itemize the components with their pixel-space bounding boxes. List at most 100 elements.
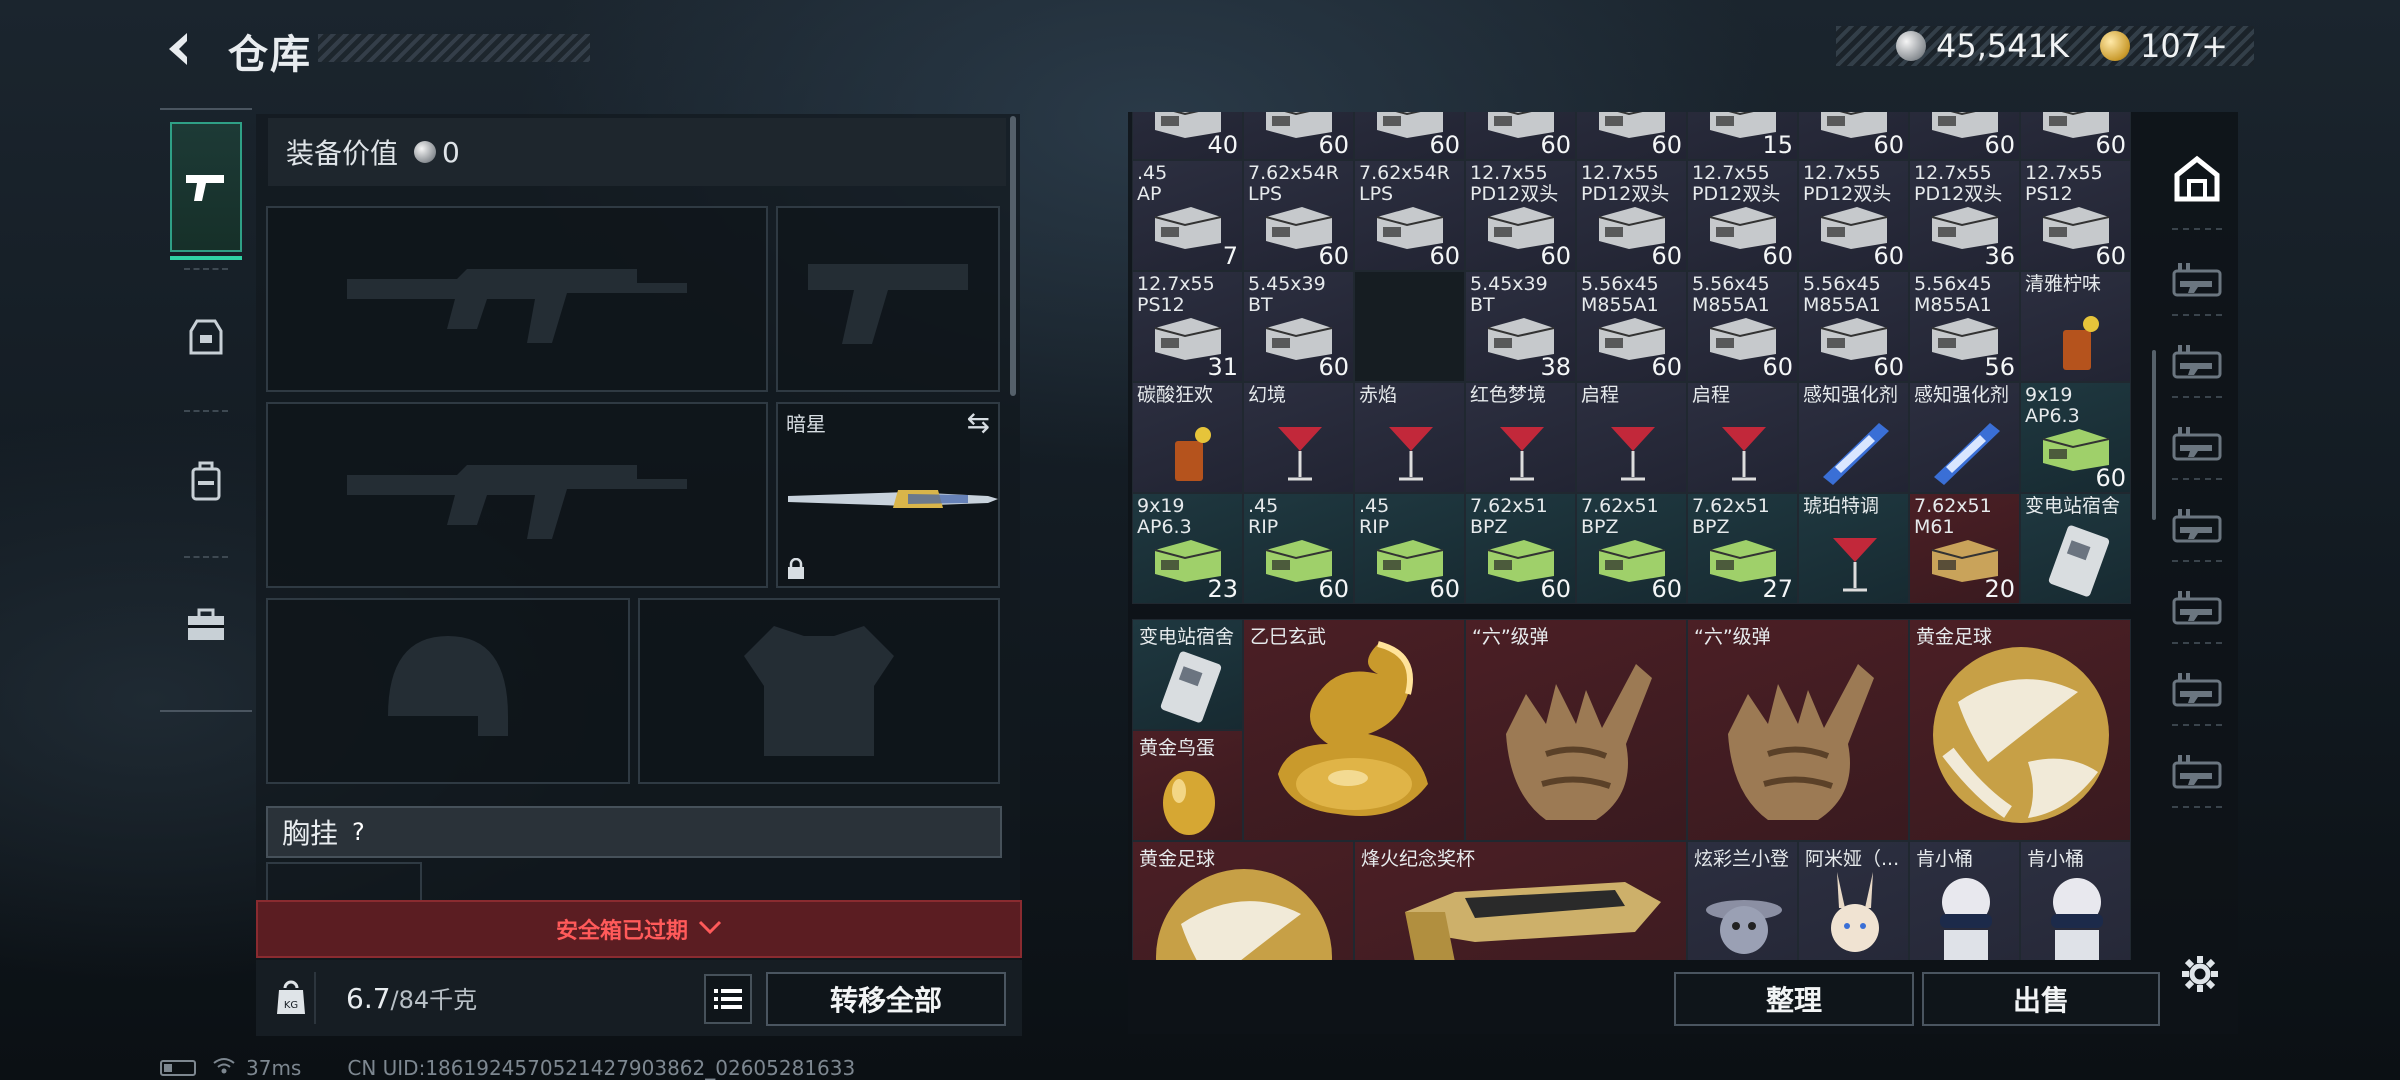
stash-item-trophy[interactable]: 烽火纪念奖杯: [1354, 841, 1687, 960]
stash-item[interactable]: 5.56x45 M855A1 60: [1687, 271, 1798, 382]
stash-item[interactable]: .45 RIP 60: [1243, 493, 1354, 604]
loadout-scrollbar[interactable]: [1010, 116, 1016, 396]
chest-rig-slot[interactable]: [266, 862, 422, 902]
stash-item[interactable]: 红色梦境: [1465, 382, 1576, 493]
stash-item-gold-egg[interactable]: 黄金鸟蛋: [1132, 730, 1243, 841]
weapon-case-icon: [2172, 427, 2222, 461]
stash-item-figure[interactable]: 肯小桶: [1909, 841, 2020, 960]
stash-item[interactable]: 12.7x55 PD12双头 36: [1909, 160, 2020, 271]
stash-item[interactable]: 7.62x51 BPZ 60: [1576, 493, 1687, 604]
stash-item[interactable]: 7.62x51 BPZ 27: [1687, 493, 1798, 604]
primary-weapon-slot-1[interactable]: [266, 206, 768, 392]
silver-coin-icon: [1896, 31, 1926, 61]
stash-item[interactable]: .45 AP 7: [1132, 160, 1243, 271]
stash-item[interactable]: 40: [1132, 112, 1243, 160]
gear-icon[interactable]: [2178, 952, 2222, 996]
tab-backpack[interactable]: [170, 416, 242, 546]
stash-item[interactable]: 12.7x55 PD12双头 60: [1576, 160, 1687, 271]
stash-item-figure[interactable]: 肯小桶: [2020, 841, 2131, 960]
stash-item[interactable]: 9x19 AP6.3 60: [2020, 382, 2131, 493]
sort-button[interactable]: 整理: [1674, 972, 1914, 1026]
tab-toolbox[interactable]: [170, 560, 242, 690]
stash-item[interactable]: 5.45x39 BT 38: [1465, 271, 1576, 382]
item-name: 12.7x55 PD12双头: [1470, 162, 1559, 205]
stash-item[interactable]: 60: [1798, 112, 1909, 160]
stash-item[interactable]: .45 RIP 60: [1354, 493, 1465, 604]
swap-icon[interactable]: ⇆: [967, 406, 990, 439]
stash-item[interactable]: 变电站宿舍: [2020, 493, 2131, 604]
stash-item[interactable]: 幻境: [1243, 382, 1354, 493]
weapon-case-icon: [2172, 591, 2222, 625]
stash-item[interactable]: 60: [1243, 112, 1354, 160]
stash-item[interactable]: 启程: [1576, 382, 1687, 493]
stash-item[interactable]: 碳酸狂欢: [1132, 382, 1243, 493]
stash-scrollbar[interactable]: [2152, 350, 2156, 520]
tab-weapon-case-5[interactable]: [2170, 580, 2224, 634]
transfer-all-button[interactable]: 转移全部: [766, 972, 1006, 1026]
stash-item[interactable]: 12.7x55 PD12双头 60: [1465, 160, 1576, 271]
body-armor-slot[interactable]: [638, 598, 1000, 784]
stash-item[interactable]: 60: [1576, 112, 1687, 160]
sell-button[interactable]: 出售: [1922, 972, 2160, 1026]
stash-item[interactable]: 感知强化剂: [1909, 382, 2020, 493]
stash-item[interactable]: 感知强化剂: [1798, 382, 1909, 493]
help-icon[interactable]: ?: [352, 818, 365, 846]
stash-item[interactable]: 7.62x54R LPS 60: [1243, 160, 1354, 271]
safe-box-expired-banner[interactable]: 安全箱已过期: [256, 900, 1022, 958]
stash-item[interactable]: 5.56x45 M855A1 60: [1798, 271, 1909, 382]
list-view-button[interactable]: [704, 974, 752, 1024]
stash-item[interactable]: 7.62x54R LPS 60: [1354, 160, 1465, 271]
stash-item[interactable]: 12.7x55 PS12 31: [1132, 271, 1243, 382]
stash-item-golden-dragon[interactable]: 乙巳玄武: [1243, 619, 1465, 841]
primary-weapon-slot-2[interactable]: [266, 402, 768, 588]
divider: [2172, 724, 2222, 726]
stash-item-golden-hand[interactable]: “六”级弹: [1465, 619, 1687, 841]
helmet-silhouette-icon: [268, 600, 628, 782]
stash-item[interactable]: 12.7x55 PD12双头 60: [1798, 160, 1909, 271]
helmet-slot[interactable]: [266, 598, 630, 784]
stash-item[interactable]: 60: [1354, 112, 1465, 160]
tab-armor[interactable]: [170, 272, 242, 402]
stash-item[interactable]: 7.62x51 BPZ 60: [1465, 493, 1576, 604]
stash-item-gold-ball[interactable]: 黄金足球: [1909, 619, 2131, 841]
stash-item[interactable]: 5.56x45 M855A1 56: [1909, 271, 2020, 382]
stash-item-golden-hand[interactable]: “六”级弹: [1687, 619, 1909, 841]
equip-value-bar: 装备价值 0: [268, 118, 1006, 186]
tab-weapons[interactable]: [170, 122, 242, 260]
stash-item[interactable]: 12.7x55 PS12 60: [2020, 160, 2131, 271]
tab-weapon-case-2[interactable]: [2170, 334, 2224, 388]
melee-slot[interactable]: 暗星 ⇆: [776, 402, 1000, 588]
stash-item[interactable]: 琥珀特调: [1798, 493, 1909, 604]
stash-item[interactable]: 5.45x39 BT 60: [1243, 271, 1354, 382]
stash-item-keycard[interactable]: 变电站宿舍: [1132, 619, 1243, 730]
tab-weapon-case-1[interactable]: [2170, 252, 2224, 306]
stash-item[interactable]: 赤焰: [1354, 382, 1465, 493]
stash-item[interactable]: 9x19 AP6.3 23: [1132, 493, 1243, 604]
stash-item[interactable]: 启程: [1687, 382, 1798, 493]
stash-item[interactable]: 12.7x55 PD12双头 60: [1687, 160, 1798, 271]
drink-icon: [1611, 427, 1655, 481]
silver-currency[interactable]: 45,541K: [1896, 26, 2069, 66]
stash-item[interactable]: 清雅柠味: [2020, 271, 2131, 382]
status-bar: 37ms CN UID:1861924570521427903862_02605…: [160, 1056, 855, 1080]
stash-item[interactable]: 60: [1909, 112, 2020, 160]
stash-item[interactable]: 60: [2020, 112, 2131, 160]
list-icon: [714, 989, 742, 1009]
stash-item-figure[interactable]: 阿米娅（...: [1798, 841, 1909, 960]
stash-item[interactable]: 5.56x45 M855A1 60: [1576, 271, 1687, 382]
stash-item[interactable]: 7.62x51 M61 20: [1909, 493, 2020, 604]
sidearm-slot[interactable]: [776, 206, 1000, 392]
tab-all[interactable]: [2170, 152, 2224, 206]
back-arrow-icon[interactable]: [158, 26, 204, 72]
gold-currency[interactable]: 107+: [2100, 26, 2228, 66]
tab-weapon-case-7[interactable]: [2170, 744, 2224, 798]
tab-weapon-case-4[interactable]: [2170, 498, 2224, 552]
stash-item-gold-ball[interactable]: 黄金足球: [1132, 841, 1354, 960]
item-count: 60: [1873, 353, 1904, 381]
stash-item[interactable]: 15: [1687, 112, 1798, 160]
tab-weapon-case-3[interactable]: [2170, 416, 2224, 470]
stash-item[interactable]: 60: [1465, 112, 1576, 160]
stash-item-figure[interactable]: 炫彩兰小登: [1687, 841, 1798, 960]
tab-weapon-case-6[interactable]: [2170, 662, 2224, 716]
pistol-silhouette-icon: [778, 208, 998, 390]
